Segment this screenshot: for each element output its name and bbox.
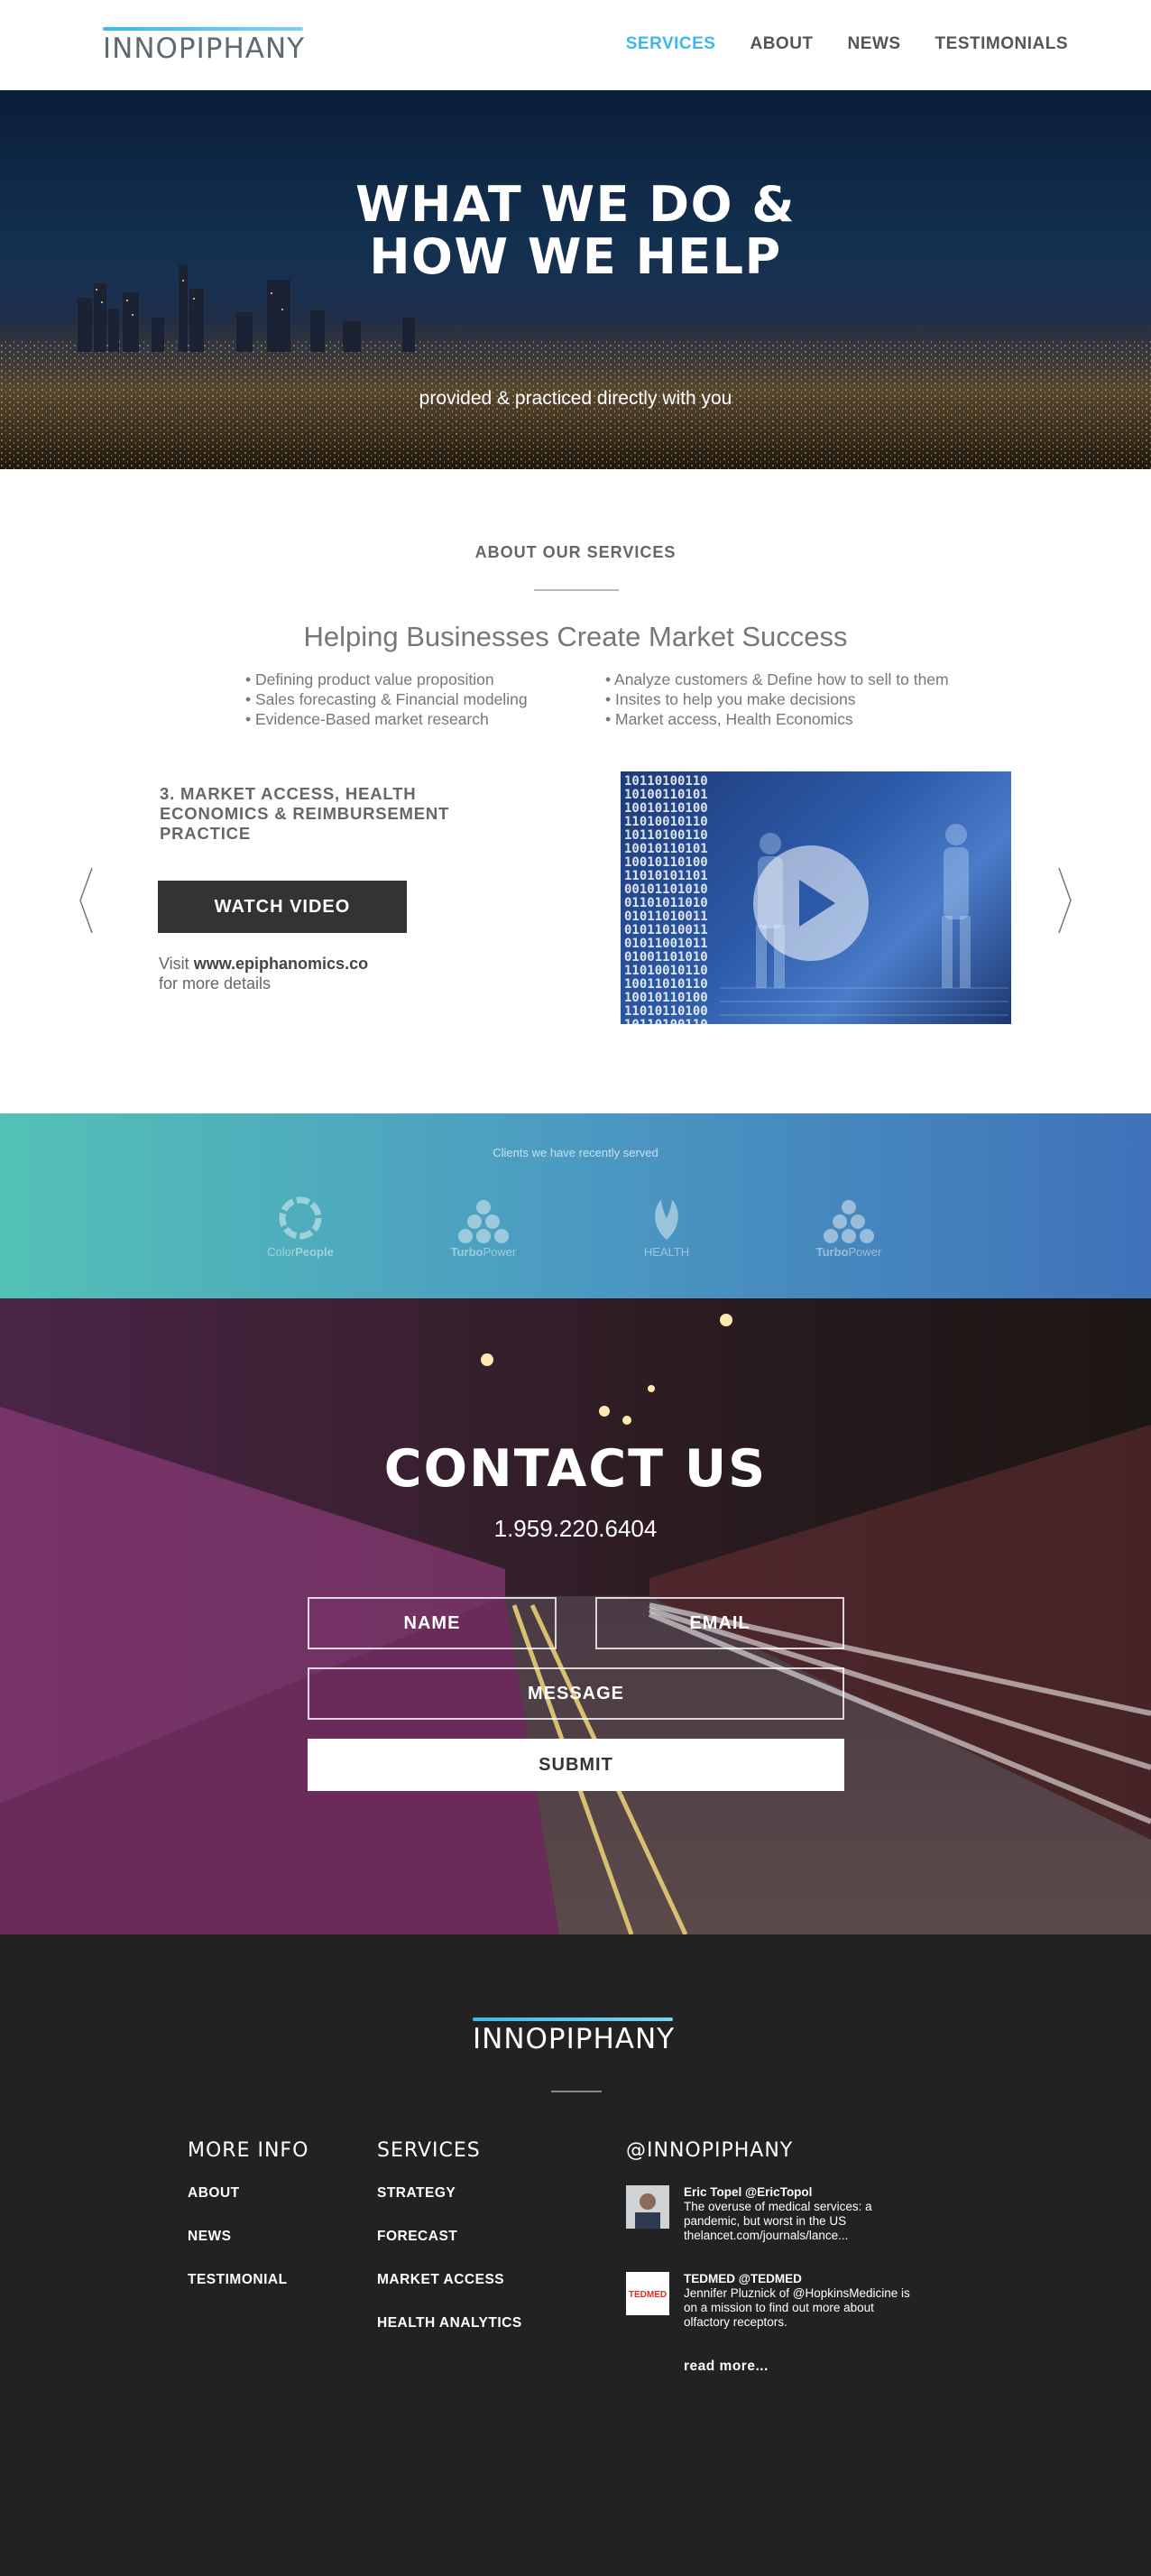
tweet-text: Jennifer Pluznick of @HopkinsMedicine is… bbox=[684, 2286, 910, 2329]
clients-section: Clients we have recently served ColorPeo… bbox=[0, 1113, 1151, 1298]
logo-text: INNOPIPHANY bbox=[103, 32, 306, 65]
slide-title: 3. MARKET ACCESS, HEALTH ECONOMICS & REI… bbox=[160, 784, 450, 843]
visit-suffix: for more details bbox=[159, 974, 272, 993]
footer-heading: @INNOPIPHANY bbox=[626, 2139, 794, 2162]
services-list-left: Defining product value proposition Sales… bbox=[245, 669, 528, 729]
message-input[interactable] bbox=[308, 1667, 844, 1720]
turbopower-icon bbox=[458, 1200, 509, 1243]
contact-section: CONTACT US 1.959.220.6404 SUBMIT bbox=[0, 1298, 1151, 1934]
tweet-body: Eric Topel @EricTopol The overuse of med… bbox=[684, 2185, 918, 2243]
binary-pattern: 1011010011010100110101100101101001101001… bbox=[624, 774, 708, 1025]
top-navigation: INNOPIPHANY SERVICES ABOUT NEWS TESTIMON… bbox=[0, 0, 1151, 90]
footer-twitter-feed: @INNOPIPHANY Eric Topel @EricTopol The o… bbox=[626, 2139, 910, 2402]
list-item: Sales forecasting & Financial modeling bbox=[245, 689, 528, 709]
submit-button[interactable]: SUBMIT bbox=[308, 1739, 844, 1791]
avatar bbox=[626, 2185, 669, 2229]
footer-link-strategy[interactable]: STRATEGY bbox=[377, 2185, 522, 2202]
play-icon[interactable] bbox=[753, 845, 869, 961]
tweet-author[interactable]: Eric Topel @EricTopol bbox=[684, 2185, 918, 2200]
avatar: TEDMED bbox=[626, 2272, 669, 2315]
tedmed-avatar-text: TEDMED bbox=[629, 2290, 667, 2300]
email-input[interactable] bbox=[595, 1597, 844, 1649]
client-name-bold: People bbox=[295, 1245, 334, 1259]
colorpeople-icon bbox=[279, 1196, 322, 1240]
client-name: Color bbox=[267, 1245, 296, 1259]
carousel-next-arrow-icon[interactable] bbox=[1055, 866, 1073, 935]
about-services-section: ABOUT OUR SERVICES Helping Businesses Cr… bbox=[0, 469, 1151, 1113]
city-skyline-image bbox=[0, 265, 1151, 469]
tweet-author[interactable]: TEDMED @TEDMED bbox=[684, 2272, 918, 2286]
clients-caption: Clients we have recently served bbox=[493, 1146, 658, 1159]
main-menu: SERVICES ABOUT NEWS TESTIMONIALS bbox=[626, 34, 1068, 54]
client-name: Power bbox=[848, 1245, 882, 1259]
video-thumbnail[interactable]: 1011010011010100110101100101101001101001… bbox=[621, 771, 1011, 1024]
visit-text: Visit www.epiphanomics.co for more detai… bbox=[159, 954, 368, 993]
hero-title-line2: HOW WE HELP bbox=[369, 228, 782, 285]
nav-about[interactable]: ABOUT bbox=[750, 34, 813, 54]
footer-link-about[interactable]: ABOUT bbox=[188, 2185, 308, 2202]
watch-video-button[interactable]: WATCH VIDEO bbox=[158, 881, 407, 933]
turbopower-icon bbox=[824, 1200, 874, 1243]
list-item: Evidence-Based market research bbox=[245, 709, 528, 729]
services-list-right: Analyze customers & Define how to sell t… bbox=[605, 669, 949, 729]
contact-phone: 1.959.220.6404 bbox=[493, 1515, 658, 1542]
logo-accent-bar bbox=[473, 2017, 673, 2021]
footer-logo[interactable]: INNOPIPHANY bbox=[473, 2017, 675, 2055]
name-input[interactable] bbox=[308, 1597, 557, 1649]
hero-title-line1: WHAT WE DO & bbox=[355, 176, 796, 233]
section-kicker: ABOUT OUR SERVICES bbox=[474, 543, 677, 561]
hero-banner: WHAT WE DO & HOW WE HELP provided & prac… bbox=[0, 90, 1151, 469]
read-more-link[interactable]: read more... bbox=[684, 2359, 793, 2375]
client-name-bold: Turbo bbox=[450, 1245, 483, 1259]
nav-news[interactable]: NEWS bbox=[848, 34, 901, 54]
section-heading: Helping Businesses Create Market Success bbox=[303, 621, 848, 652]
tweet-text: The overuse of medical services: a pande… bbox=[684, 2200, 872, 2242]
tweet-item: TEDMED TEDMED @TEDMED Jennifer Pluznick … bbox=[626, 2272, 910, 2359]
footer-link-market-access[interactable]: MARKET ACCESS bbox=[377, 2272, 522, 2288]
site-logo[interactable]: INNOPIPHANY bbox=[103, 27, 305, 65]
client-logo-turbopower-2: TurboPower bbox=[804, 1195, 894, 1259]
client-logo-health: HEALTH bbox=[622, 1195, 712, 1259]
hero-title: WHAT WE DO & HOW WE HELP bbox=[0, 179, 1151, 283]
footer-link-testimonial[interactable]: TESTIMONIAL bbox=[188, 2272, 308, 2288]
list-item: Insites to help you make decisions bbox=[605, 689, 949, 709]
nav-testimonials[interactable]: TESTIMONIALS bbox=[935, 34, 1068, 54]
bridge-night-background bbox=[0, 1298, 1151, 1934]
client-logo-turbopower: TurboPower bbox=[438, 1195, 529, 1259]
hero-subtitle: provided & practiced directly with you bbox=[419, 388, 732, 409]
footer-heading: MORE INFO bbox=[188, 2139, 309, 2162]
logo-accent-bar bbox=[103, 27, 303, 31]
section-divider bbox=[534, 589, 619, 591]
footer-link-forecast[interactable]: FORECAST bbox=[377, 2229, 522, 2245]
visit-prefix: Visit bbox=[159, 955, 189, 973]
tweet-body: TEDMED @TEDMED Jennifer Pluznick of @Hop… bbox=[684, 2272, 918, 2330]
contact-title: CONTACT US bbox=[383, 1439, 768, 1499]
visit-link[interactable]: www.epiphanomics.co bbox=[194, 955, 368, 973]
footer-divider bbox=[551, 2091, 602, 2092]
footer-more-info: MORE INFO ABOUT NEWS TESTIMONIAL bbox=[188, 2139, 308, 2315]
footer-services: SERVICES STRATEGY FORECAST MARKET ACCESS… bbox=[377, 2139, 522, 2359]
client-name: Power bbox=[483, 1245, 517, 1259]
list-item: Defining product value proposition bbox=[245, 669, 528, 689]
client-name: HEALTH bbox=[643, 1245, 690, 1259]
client-logo-colorpeople: ColorPeople bbox=[255, 1195, 345, 1259]
footer-link-news[interactable]: NEWS bbox=[188, 2229, 308, 2245]
carousel-prev-arrow-icon[interactable] bbox=[78, 866, 96, 935]
list-item: Market access, Health Economics bbox=[605, 709, 949, 729]
footer-heading: SERVICES bbox=[377, 2139, 481, 2162]
footer-logo-text: INNOPIPHANY bbox=[473, 2023, 676, 2055]
tweet-item: Eric Topel @EricTopol The overuse of med… bbox=[626, 2185, 872, 2272]
footer-link-health-analytics[interactable]: HEALTH ANALYTICS bbox=[377, 2315, 522, 2331]
nav-services[interactable]: SERVICES bbox=[626, 34, 716, 54]
client-name-bold: Turbo bbox=[815, 1245, 849, 1259]
site-footer: INNOPIPHANY MORE INFO ABOUT NEWS TESTIMO… bbox=[0, 1934, 1151, 2576]
health-icon bbox=[655, 1200, 678, 1240]
list-item: Analyze customers & Define how to sell t… bbox=[605, 669, 949, 689]
